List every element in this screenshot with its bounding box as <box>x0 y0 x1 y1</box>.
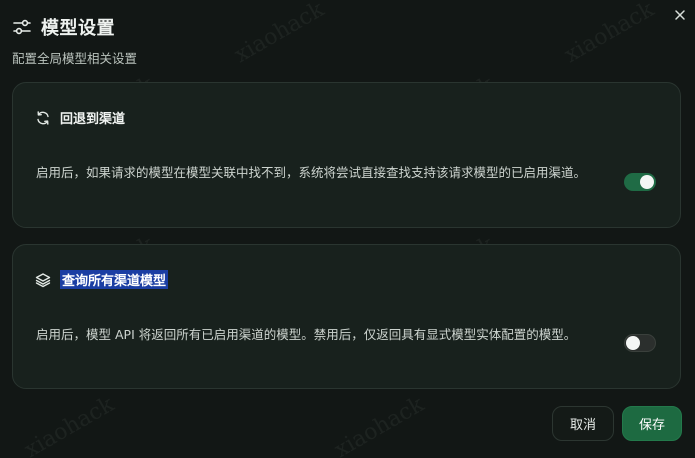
close-icon <box>674 6 686 25</box>
toggle-knob <box>626 336 640 350</box>
card-title: 回退到渠道 <box>60 112 126 127</box>
dialog-subtitle: 配置全局模型相关设置 <box>12 51 138 66</box>
dialog-header: 模型设置 <box>12 14 115 40</box>
toggle-knob <box>640 175 654 189</box>
fallback-toggle[interactable] <box>624 173 656 191</box>
close-button[interactable] <box>671 6 689 24</box>
fallback-to-channel-card: 回退到渠道 启用后，如果请求的模型在模型关联中找不到，系统将尝试直接查找支持该请… <box>12 82 681 228</box>
card-title: 查询所有渠道模型 <box>60 270 169 289</box>
watermark: xiaohack xiaohack xiaohack xiaohack xiao… <box>20 0 659 458</box>
card-header: 回退到渠道 <box>35 108 125 127</box>
refresh-icon <box>35 110 51 126</box>
cancel-button[interactable]: 取消 <box>552 406 614 441</box>
query-all-models-toggle[interactable] <box>624 334 656 352</box>
sliders-icon <box>12 17 32 37</box>
dialog-title: 模型设置 <box>41 18 115 39</box>
card-description: 启用后，模型 API 将返回所有已启用渠道的模型。禁用后，仅返回具有显式模型实体… <box>36 327 577 342</box>
card-description: 启用后，如果请求的模型在模型关联中找不到，系统将尝试直接查找支持该请求模型的已启… <box>36 165 587 180</box>
model-settings-dialog: xiaohack xiaohack xiaohack xiaohack xiao… <box>0 0 695 458</box>
query-all-channel-models-card: 查询所有渠道模型 启用后，模型 API 将返回所有已启用渠道的模型。禁用后，仅返… <box>12 244 681 389</box>
layers-icon <box>35 272 51 288</box>
card-header: 查询所有渠道模型 <box>35 270 169 289</box>
save-button[interactable]: 保存 <box>622 406 682 441</box>
